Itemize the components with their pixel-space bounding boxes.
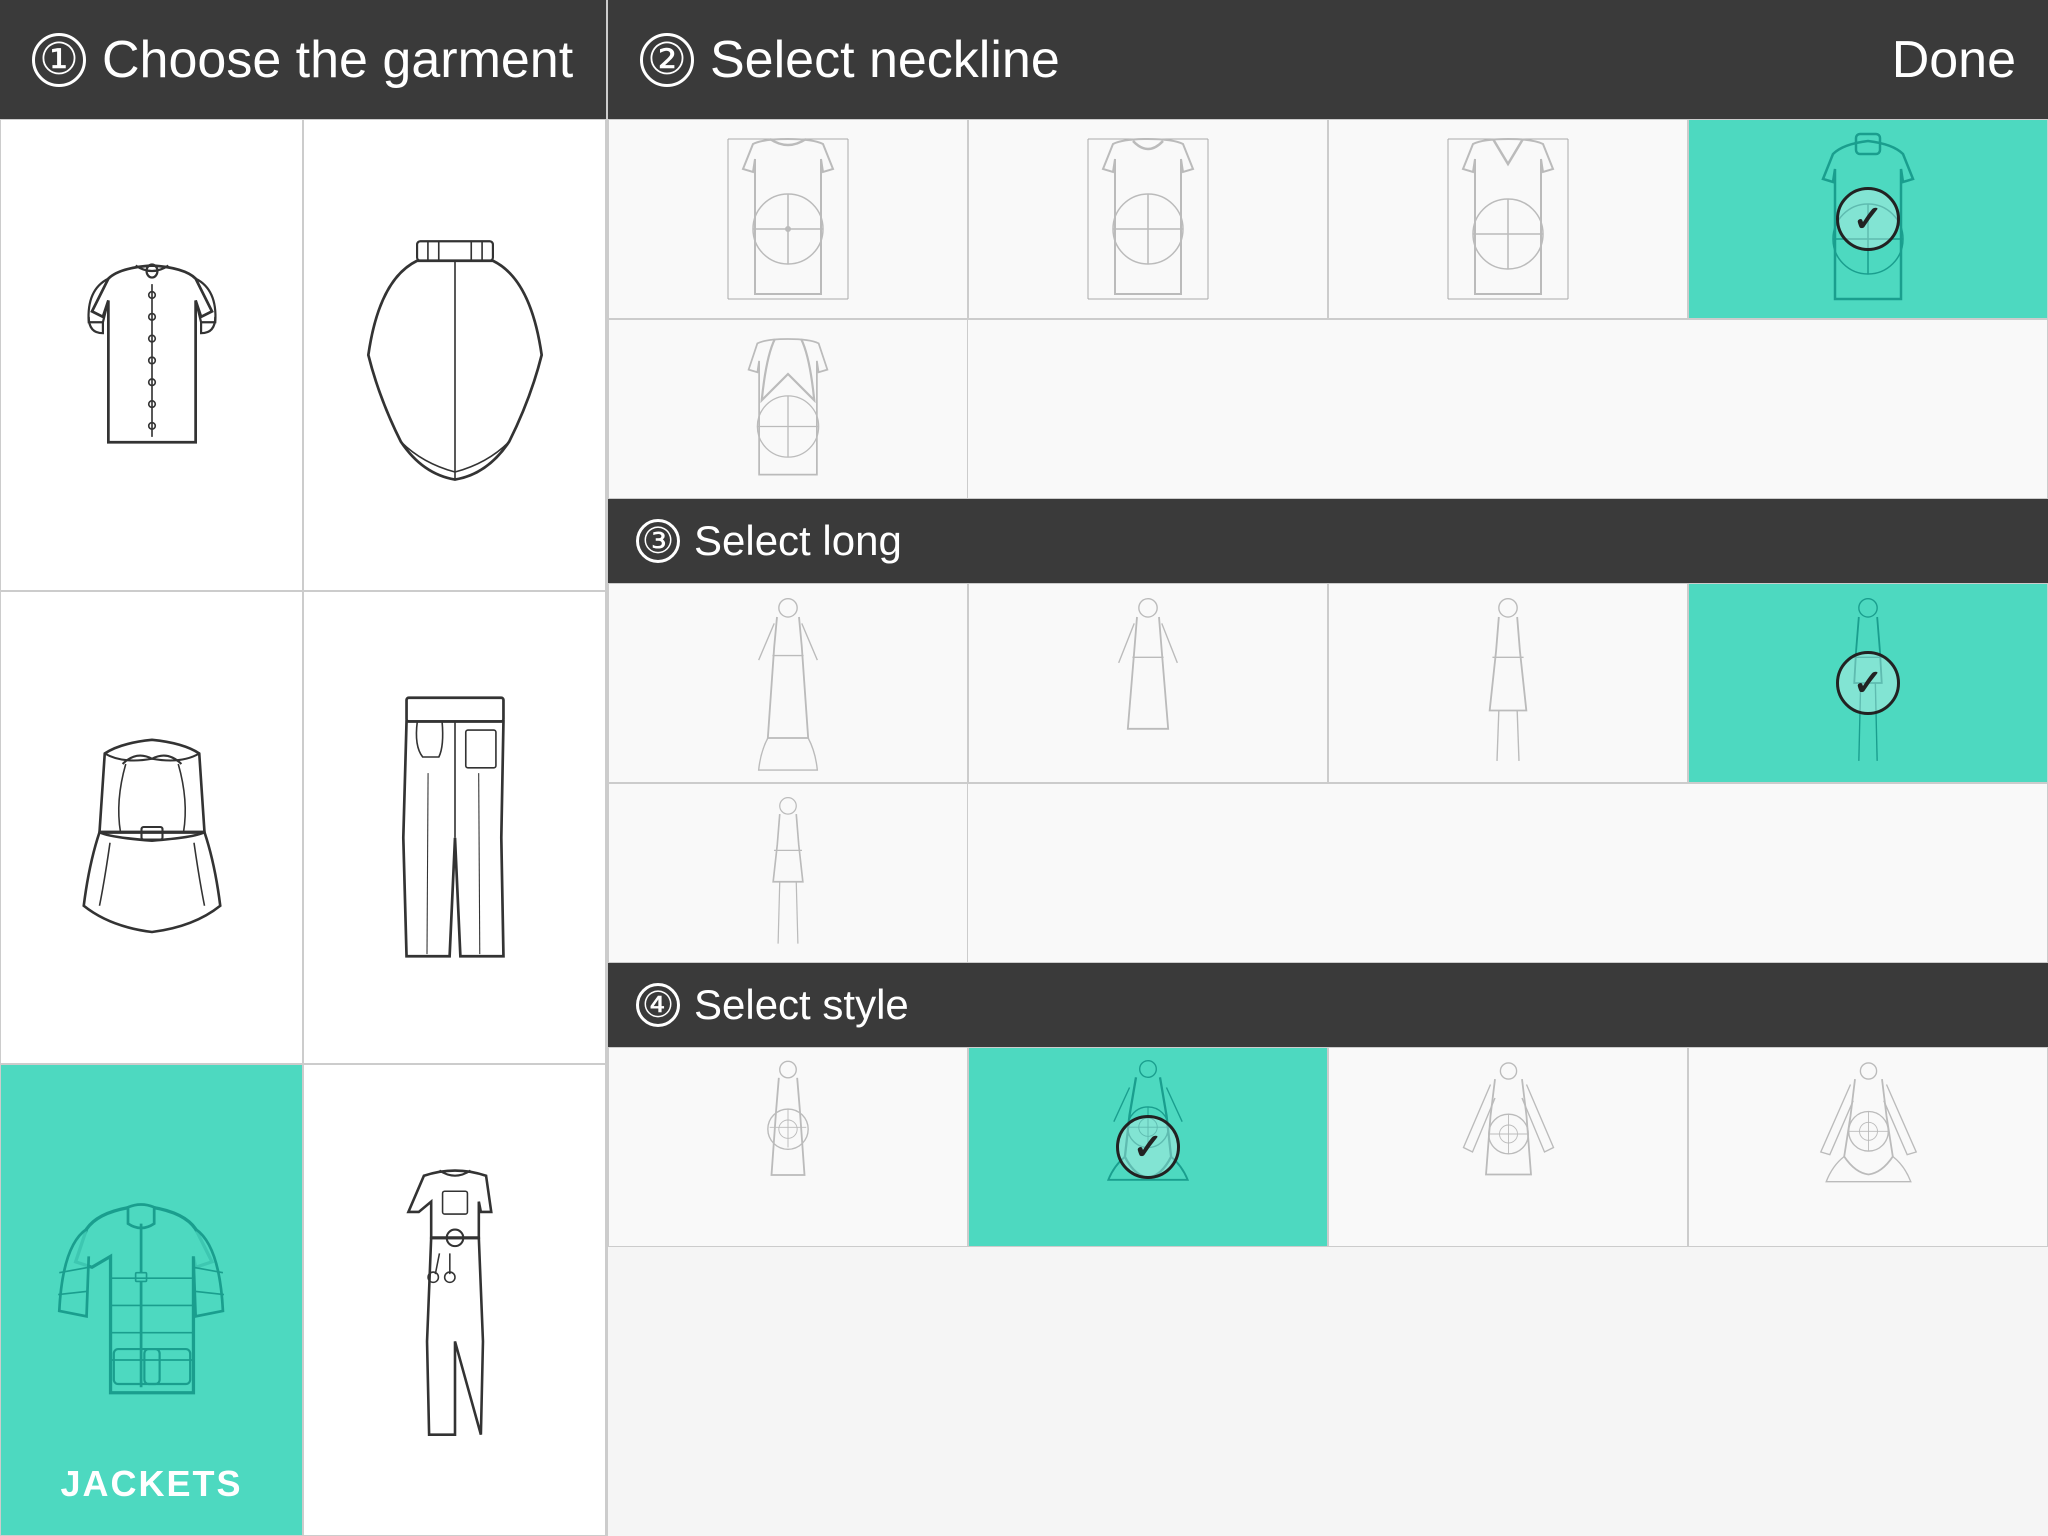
style-b[interactable] [968, 1047, 1328, 1247]
mini-dress[interactable] [608, 783, 968, 963]
style-b-check [1116, 1115, 1180, 1179]
neckline-round[interactable] [968, 119, 1328, 319]
garment-blouse[interactable] [0, 119, 303, 591]
right-panel: ② Select neckline Done [608, 0, 2048, 1536]
pants-sketch [355, 687, 555, 967]
vneck-sketch [1428, 129, 1588, 309]
style-c-sketch [1441, 1055, 1576, 1240]
midi-dress[interactable] [968, 583, 1328, 783]
long-section-header: ③ Select long [608, 499, 2048, 583]
long-empty [968, 783, 2048, 963]
garment-grid: JACKETS [0, 119, 606, 1536]
neckline-cowl[interactable] [1688, 119, 2048, 319]
length-top[interactable] [1688, 583, 2048, 783]
style-a-sketch [733, 1055, 843, 1240]
style-section-title: Select style [694, 981, 909, 1029]
long-dress[interactable] [608, 583, 968, 783]
midi-dress-sketch [1093, 588, 1203, 778]
neckline-vneck[interactable] [1328, 119, 1688, 319]
style-options-grid [608, 1047, 2048, 1247]
long-section-title: Select long [694, 517, 902, 565]
long-extra-row [608, 783, 2048, 963]
style-a[interactable] [608, 1047, 968, 1247]
garment-jacket[interactable]: JACKETS [0, 1064, 303, 1536]
right-panel-title: Select neckline [710, 30, 1060, 90]
cape-sketch [345, 225, 565, 485]
blouse-sketch [42, 235, 262, 475]
main-container: ① Choose the garment [0, 0, 2048, 1536]
style-section-header: ④ Select style [608, 963, 2048, 1047]
style-c[interactable] [1328, 1047, 1688, 1247]
style-section: ④ Select style [608, 963, 2048, 1247]
step1-circle: ① [32, 33, 86, 87]
long-section: ③ Select long [608, 499, 2048, 963]
left-panel: ① Choose the garment [0, 0, 608, 1536]
crew-neck-sketch [708, 129, 868, 309]
short-dress[interactable] [1328, 583, 1688, 783]
left-panel-title: Choose the garment [102, 30, 573, 90]
long-options-grid [608, 583, 2048, 783]
short-dress-sketch [1453, 588, 1563, 778]
neckline-crew[interactable] [608, 119, 968, 319]
done-button[interactable]: Done [1892, 30, 2016, 90]
round-neck-sketch [1068, 129, 1228, 309]
bustier-sketch [47, 702, 257, 952]
jumpsuit-sketch [355, 1155, 555, 1445]
garment-bustier[interactable] [0, 591, 303, 1063]
style-d-sketch [1801, 1055, 1936, 1240]
right-header-left: ② Select neckline [640, 30, 1060, 90]
neckline-section [608, 119, 2048, 499]
length-top-check [1836, 651, 1900, 715]
garment-pants[interactable] [303, 591, 606, 1063]
neckline-deep-v[interactable] [608, 319, 968, 499]
right-header: ② Select neckline Done [608, 0, 2048, 119]
step2-circle: ② [640, 33, 694, 87]
mini-dress-sketch [733, 791, 843, 956]
style-d[interactable] [1688, 1047, 2048, 1247]
step3-circle: ③ [636, 519, 680, 563]
neckline-extra-row [608, 319, 2048, 499]
garment-cape[interactable] [303, 119, 606, 591]
jacket-sketch [32, 1165, 272, 1435]
garment-jumpsuit[interactable] [303, 1064, 606, 1536]
right-content: ③ Select long [608, 119, 2048, 1536]
step4-circle: ④ [636, 983, 680, 1027]
jacket-label: JACKETS [60, 1463, 242, 1505]
long-dress-sketch [733, 588, 843, 778]
neckline-cowl-check [1836, 187, 1900, 251]
deep-v-sketch [718, 329, 858, 489]
neckline-empty [968, 319, 2048, 499]
left-header: ① Choose the garment [0, 0, 606, 119]
neckline-options-grid [608, 119, 2048, 319]
